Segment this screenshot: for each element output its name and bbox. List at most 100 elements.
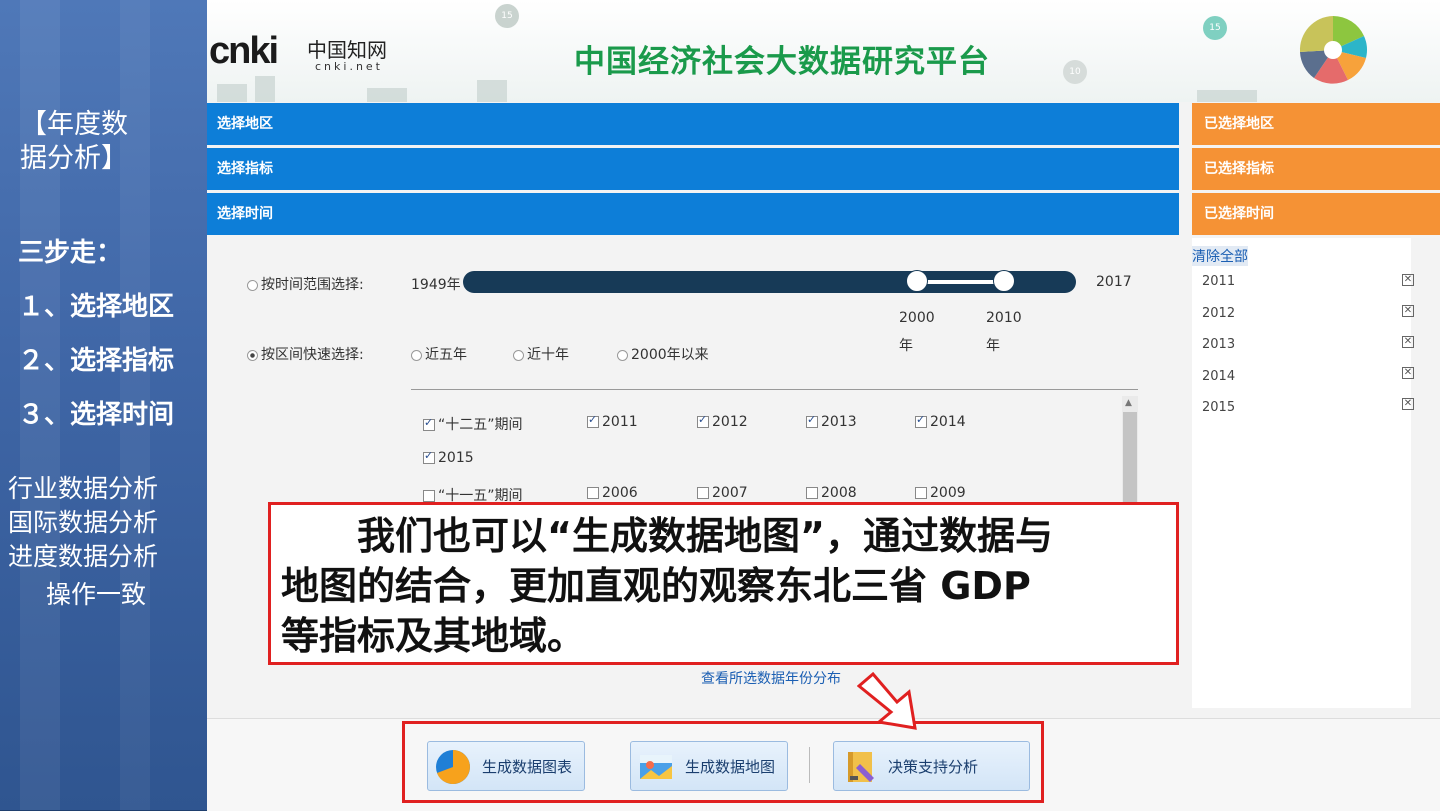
- radio-icon[interactable]: [247, 279, 258, 291]
- steps-heading: 三步走：: [18, 238, 123, 268]
- remove-icon[interactable]: ✕: [1402, 398, 1414, 410]
- slider-handle-end[interactable]: [993, 270, 1016, 292]
- quick-option-label: 近十年: [527, 347, 569, 363]
- map-pin-icon: 10: [1063, 60, 1087, 84]
- year-checkbox[interactable]: 2014: [915, 413, 966, 430]
- skyline-decoration: [477, 80, 507, 102]
- checkbox-label: 2008: [821, 485, 857, 501]
- skyline-decoration: [255, 76, 275, 102]
- checkbox-label: 2012: [712, 414, 748, 430]
- checkbox-icon[interactable]: [806, 487, 818, 499]
- checkbox-icon[interactable]: [423, 490, 435, 502]
- scrollbar-thumb[interactable]: [1123, 412, 1137, 502]
- sidebar-title-line2: 据分析】: [20, 143, 128, 174]
- callout-line-3: 等指标及其地域。: [281, 614, 586, 658]
- remove-icon[interactable]: ✕: [1402, 336, 1414, 348]
- toolbar-divider: [809, 747, 810, 783]
- quick-option-label: 近五年: [425, 347, 467, 363]
- selected-time-bar[interactable]: 已选择时间: [1192, 193, 1440, 235]
- sidebar-title-line1: 【年度数: [20, 109, 128, 140]
- selected-year: 2012: [1202, 306, 1236, 321]
- range-label: 按时间范围选择:: [261, 277, 364, 293]
- year-checkbox[interactable]: 2008: [806, 485, 857, 501]
- handle-start-unit: 年: [899, 338, 913, 354]
- pointer-arrow-icon: [857, 672, 917, 730]
- main-panel: 15 15 10 cnki 中国知网 cnki.net 中国经济社会大数据研究平…: [207, 0, 1440, 811]
- pie-chart-icon: [1299, 15, 1367, 84]
- checkbox-checked-icon[interactable]: [423, 449, 435, 464]
- other-analysis-3: 进度数据分析: [8, 542, 159, 571]
- checkbox-checked-icon[interactable]: [587, 413, 599, 428]
- remove-icon[interactable]: ✕: [1402, 274, 1414, 286]
- year-checkbox[interactable]: 2006: [587, 485, 638, 501]
- select-time-bar[interactable]: 选择时间: [207, 193, 1179, 235]
- callout-line-1: 我们也可以“生成数据地图”，通过数据与: [281, 514, 1053, 558]
- selected-year: 2011: [1202, 274, 1236, 289]
- selected-year: 2014: [1202, 369, 1236, 384]
- remove-icon[interactable]: ✕: [1402, 305, 1414, 317]
- skyline-decoration: [217, 84, 247, 102]
- quick-option-label: 2000年以来: [631, 347, 709, 363]
- quick-last-5-years[interactable]: 近五年: [411, 344, 467, 364]
- checkbox-icon[interactable]: [915, 487, 927, 499]
- year-checkbox[interactable]: 2009: [915, 485, 966, 501]
- action-toolbar: 生成数据图表 生成数据地图 决策支持分析: [207, 718, 1440, 811]
- generate-chart-button[interactable]: 生成数据图表: [427, 741, 585, 791]
- radio-icon[interactable]: [513, 349, 524, 361]
- year-checkbox[interactable]: 2007: [697, 485, 748, 501]
- quick-option[interactable]: 按区间快速选择:: [247, 344, 364, 364]
- clear-all-link[interactable]: 清除全部: [1192, 246, 1248, 266]
- checkbox-icon[interactable]: [697, 487, 709, 499]
- year-checkbox[interactable]: 2013: [806, 413, 857, 430]
- year-checkbox[interactable]: 2012: [697, 413, 748, 430]
- pie-chart-icon: [436, 750, 470, 784]
- checkbox-checked-icon[interactable]: [423, 416, 435, 431]
- selected-year: 2013: [1202, 337, 1236, 352]
- checkbox-icon[interactable]: [587, 487, 599, 499]
- select-indicator-bar[interactable]: 选择指标: [207, 148, 1179, 190]
- button-label: 生成数据图表: [482, 758, 573, 776]
- handle-end-unit: 年: [986, 338, 1000, 354]
- toolbox-icon: [848, 752, 874, 782]
- radio-icon[interactable]: [617, 349, 628, 361]
- scroll-up-arrow-icon[interactable]: ▲: [1125, 398, 1132, 408]
- year-checkbox-list[interactable]: “十二五”期间 2011 2012 2013 2014 2015 “十一五”期间…: [411, 389, 1138, 510]
- selected-indicator-bar[interactable]: 已选择指标: [1192, 148, 1440, 190]
- radio-selected-icon[interactable]: [247, 349, 258, 361]
- slider-selected-range: [917, 280, 1005, 284]
- step-1: １、选择地区: [18, 292, 175, 322]
- year-checkbox[interactable]: 2015: [423, 449, 474, 466]
- other-analysis-2: 国际数据分析: [8, 508, 159, 537]
- platform-title: 中国经济社会大数据研究平台: [574, 44, 990, 80]
- checkbox-checked-icon[interactable]: [806, 413, 818, 428]
- quick-since-2000[interactable]: 2000年以来: [617, 344, 709, 364]
- checkbox-label: 2007: [712, 485, 748, 501]
- cnki-logo[interactable]: cnki: [209, 30, 279, 73]
- checkbox-checked-icon[interactable]: [915, 413, 927, 428]
- year-range-slider[interactable]: [463, 270, 1076, 293]
- map-pin-icon: 15: [1203, 16, 1227, 40]
- checkbox-checked-icon[interactable]: [697, 413, 709, 428]
- generate-map-button[interactable]: 生成数据地图: [630, 741, 788, 791]
- view-year-distribution-link[interactable]: 查看所选数据年份分布: [701, 668, 841, 688]
- handle-start-year: 2000: [899, 310, 935, 326]
- map-pin-icon: 15: [495, 4, 519, 28]
- checkbox-label: 2006: [602, 485, 638, 501]
- slider-handle-start[interactable]: [906, 270, 929, 292]
- radio-icon[interactable]: [411, 349, 422, 361]
- cnki-logo-domain: cnki.net: [315, 60, 383, 73]
- other-analysis-note: 操作一致: [46, 580, 147, 609]
- selected-region-bar[interactable]: 已选择地区: [1192, 103, 1440, 145]
- checkbox-label: 2011: [602, 414, 638, 430]
- list-scrollbar[interactable]: ▲: [1122, 396, 1138, 506]
- checkbox-label: 2013: [821, 414, 857, 430]
- range-option[interactable]: 按时间范围选择:: [247, 274, 364, 294]
- select-region-bar[interactable]: 选择地区: [207, 103, 1179, 145]
- remove-icon[interactable]: ✕: [1402, 367, 1414, 379]
- step-2: ２、选择指标: [18, 346, 175, 376]
- decision-support-button[interactable]: 决策支持分析: [833, 741, 1030, 791]
- year-checkbox[interactable]: 2011: [587, 413, 638, 430]
- quick-last-10-years[interactable]: 近十年: [513, 344, 569, 364]
- period-12th-five-year[interactable]: “十二五”期间: [423, 414, 523, 434]
- callout-line-2: 地图的结合，更加直观的观察东北三省 GDP: [281, 564, 1031, 608]
